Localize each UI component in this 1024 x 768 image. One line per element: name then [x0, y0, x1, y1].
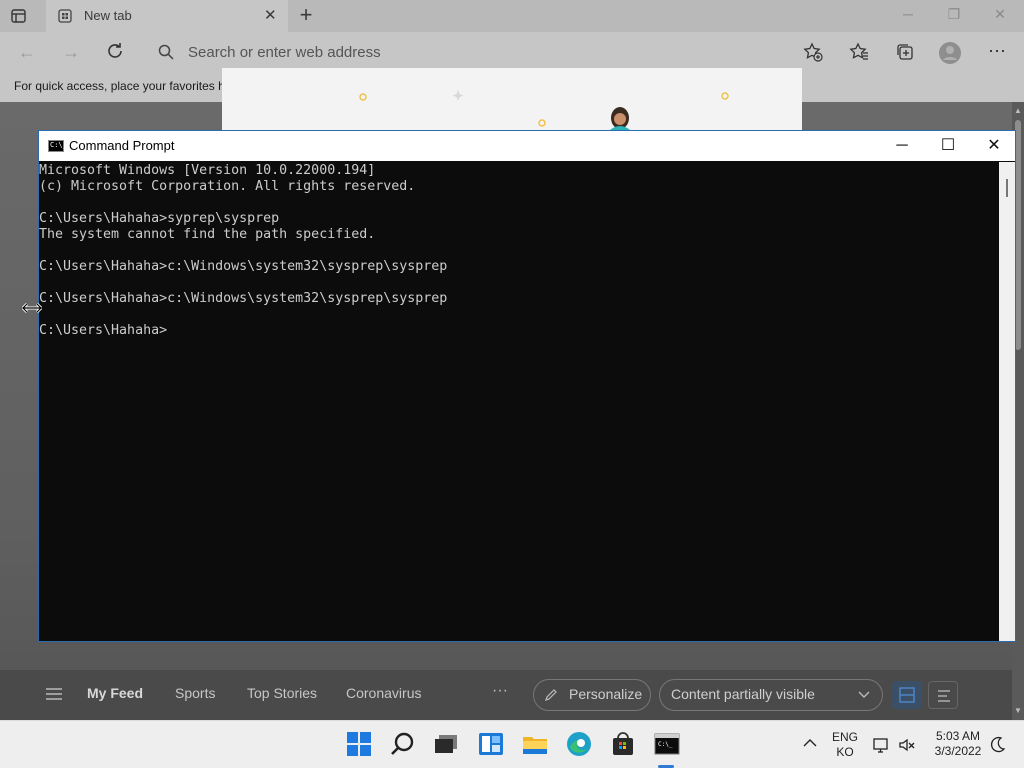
chevron-up-icon[interactable] — [802, 735, 818, 751]
feed-tab-top-stories[interactable]: Top Stories — [247, 685, 317, 701]
personalize-button[interactable]: Personalize — [533, 679, 651, 711]
cmd-taskbar-icon[interactable]: C:\_ — [654, 731, 682, 759]
scroll-up-icon[interactable]: ▲ — [1012, 106, 1024, 115]
list-layout-icon — [938, 690, 950, 702]
clock[interactable]: 5:03 AM 3/3/2022 — [926, 729, 990, 759]
console-line: (c) Microsoft Corporation. All rights re… — [39, 179, 416, 194]
console-prompt[interactable]: C:\Users\Hahaha> — [39, 323, 999, 339]
console-line: C:\Users\Hahaha>c:\Windows\system32\sysp… — [39, 259, 448, 274]
console-output[interactable]: Microsoft Windows [Version 10.0.22000.19… — [39, 162, 999, 641]
lang-primary: ENG — [831, 730, 858, 744]
content-visibility-label: Content partially visible — [671, 686, 815, 702]
store-icon[interactable] — [610, 731, 638, 759]
forward-icon[interactable]: → — [60, 41, 82, 63]
network-icon[interactable] — [872, 736, 890, 754]
cmd-icon: C:\_ — [48, 140, 67, 152]
feed-tab-coronavirus[interactable]: Coronavirus — [346, 685, 421, 701]
command-prompt-window[interactable]: C:\_ Command Prompt ─ ☐ ✕ Microsoft Wind… — [38, 130, 1016, 642]
notification-icon[interactable] — [988, 736, 1006, 754]
search-icon — [158, 44, 174, 60]
clock-time: 5:03 AM — [935, 729, 981, 743]
close-icon[interactable]: ✕ — [264, 8, 277, 24]
resize-cursor-icon — [21, 301, 43, 314]
layout-list-button[interactable] — [928, 681, 958, 709]
more-icon[interactable]: ⋯ — [986, 41, 1008, 63]
console-line: The system cannot find the path specifie… — [39, 227, 376, 242]
promo-illustration — [359, 90, 729, 132]
console-line: C:\Users\Hahaha>c:\Windows\system32\sysp… — [39, 291, 448, 306]
add-favorite-icon[interactable] — [802, 41, 824, 63]
chevron-down-icon — [858, 691, 870, 698]
windows-start-icon[interactable] — [346, 731, 374, 759]
address-placeholder: Search or enter web address — [188, 44, 381, 61]
tab-title: New tab — [84, 8, 132, 23]
lang-secondary: KO — [836, 745, 854, 759]
minimize-icon[interactable]: ─ — [898, 6, 918, 22]
collections-icon[interactable] — [894, 41, 916, 63]
back-icon[interactable]: ← — [16, 41, 38, 63]
refresh-icon[interactable] — [104, 41, 126, 63]
widgets-icon[interactable] — [478, 731, 506, 759]
content-visibility-dropdown[interactable]: Content partially visible — [659, 679, 883, 711]
news-feed-bar: My Feed Sports Top Stories Coronavirus ·… — [0, 670, 1012, 720]
address-bar[interactable]: Search or enter web address — [146, 36, 836, 68]
browser-toolbar: ← → Search or enter web address ⋯ — [0, 32, 1024, 72]
new-tab-page-icon — [58, 9, 72, 23]
grid-layout-icon — [899, 687, 915, 703]
svg-text:C:\_: C:\_ — [658, 741, 673, 748]
favorites-icon[interactable] — [848, 41, 870, 63]
maximize-button[interactable]: ☐ — [925, 135, 971, 157]
promo-illustration-card — [222, 68, 802, 132]
tab-actions-icon[interactable] — [10, 7, 28, 25]
clock-date: 3/3/2022 — [934, 744, 982, 758]
feed-more-icon[interactable]: ··· — [492, 682, 508, 700]
task-view-icon[interactable] — [434, 731, 462, 759]
cmd-scrollbar[interactable] — [999, 162, 1015, 641]
taskbar: C:\_ ENG KO 5:03 AM 3/3/2022 — [0, 720, 1024, 768]
scroll-down-icon[interactable]: ▼ — [1012, 706, 1024, 715]
minimize-button[interactable]: ─ — [879, 135, 925, 157]
profile-icon[interactable] — [938, 41, 961, 64]
search-taskbar-icon[interactable] — [390, 731, 418, 759]
pencil-icon — [545, 689, 557, 701]
file-explorer-icon[interactable] — [522, 731, 550, 759]
tab-new-tab[interactable]: New tab ✕ — [46, 0, 288, 32]
personalize-label: Personalize — [569, 686, 643, 702]
tab-strip: New tab ✕ + ─ ❐ ✕ — [0, 0, 1024, 32]
feed-tab-my-feed[interactable]: My Feed — [87, 685, 143, 701]
feed-tab-sports[interactable]: Sports — [175, 685, 215, 701]
cmd-titlebar[interactable]: C:\_ Command Prompt ─ ☐ ✕ — [39, 131, 1015, 161]
restore-icon[interactable]: ❐ — [944, 6, 964, 23]
favorites-hint: For quick access, place your favorites h — [14, 79, 225, 93]
edge-icon[interactable] — [566, 731, 594, 759]
close-button[interactable]: ✕ — [971, 135, 1017, 157]
layout-grid-button[interactable] — [892, 681, 922, 709]
window-title: Command Prompt — [69, 138, 175, 153]
cmd-scrollbar-thumb[interactable] — [1006, 179, 1008, 197]
volume-muted-icon[interactable] — [898, 736, 916, 754]
new-tab-icon[interactable]: + — [296, 4, 316, 26]
hamburger-menu-icon[interactable] — [46, 687, 62, 701]
console-line: Microsoft Windows [Version 10.0.22000.19… — [39, 163, 376, 178]
input-language-indicator[interactable]: ENG KO — [830, 730, 860, 760]
close-window-icon[interactable]: ✕ — [990, 6, 1010, 23]
console-line: C:\Users\Hahaha>syprep\sysprep — [39, 211, 280, 226]
